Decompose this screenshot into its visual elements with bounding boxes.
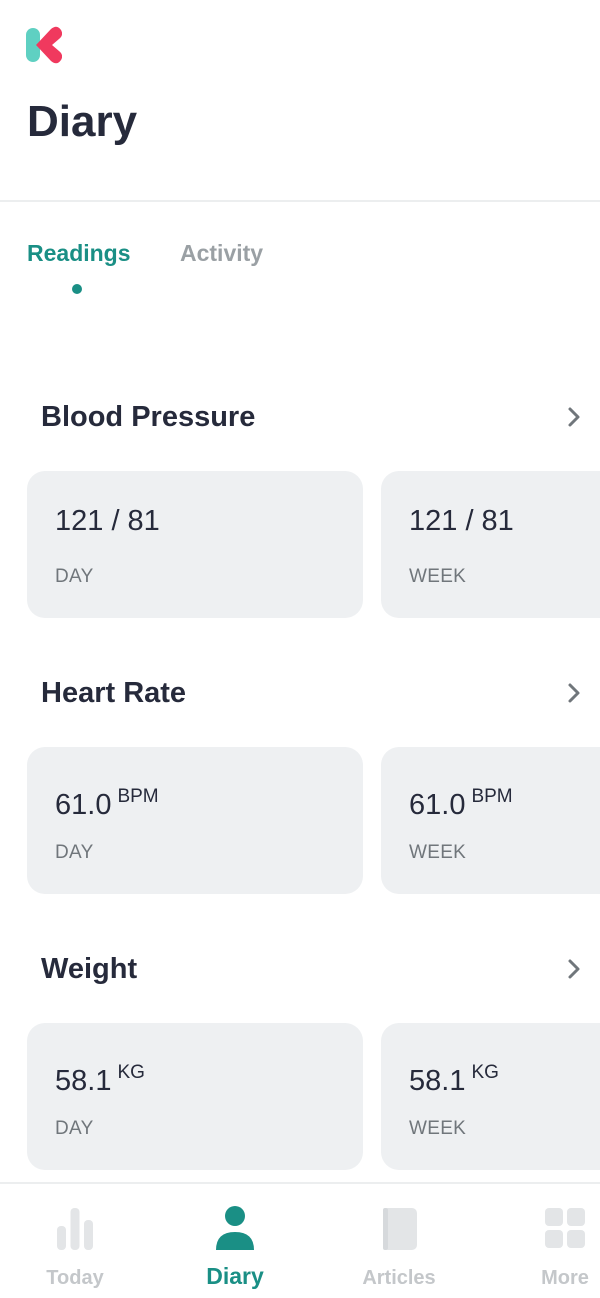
tab-activity[interactable]: Activity [180, 238, 263, 268]
reading-card-day[interactable]: 61.0 BPM DAY [27, 747, 363, 894]
reading-value: 61.0 BPM [409, 779, 513, 823]
reading-number: 58.1 [409, 1065, 466, 1097]
reading-number: 121 / 81 [55, 505, 160, 537]
reading-unit: KG [471, 1062, 499, 1083]
reading-unit: KG [117, 1062, 145, 1083]
active-tab-indicator [72, 284, 82, 294]
nav-label: Diary [206, 1263, 264, 1289]
reading-number: 121 / 81 [409, 505, 514, 537]
person-icon [216, 1206, 254, 1250]
nav-label: More [541, 1267, 589, 1289]
grid-icon [545, 1208, 585, 1248]
chevron-right-icon[interactable] [560, 679, 588, 707]
page-title: Diary [27, 97, 138, 146]
nav-item-more[interactable]: More [490, 1184, 600, 1298]
reading-value: 121 / 81 [409, 503, 514, 539]
reading-card-week[interactable]: 121 / 81 WEEK [381, 471, 600, 618]
reading-value: 58.1 KG [409, 1055, 499, 1099]
reading-card-week[interactable]: 58.1 KG WEEK [381, 1023, 600, 1170]
tab-readings[interactable]: Readings [27, 238, 131, 268]
section-title[interactable]: Weight [41, 951, 137, 987]
reading-period: WEEK [409, 1118, 467, 1139]
nav-label: Articles [362, 1267, 436, 1289]
reading-period: DAY [55, 842, 94, 863]
reading-card-day[interactable]: 121 / 81 DAY [27, 471, 363, 618]
nav-item-today[interactable]: Today [0, 1184, 150, 1298]
reading-value: 121 / 81 [55, 503, 160, 539]
reading-number: 61.0 [409, 789, 466, 821]
book-icon [383, 1208, 417, 1250]
section-title[interactable]: Blood Pressure [41, 399, 255, 435]
reading-unit: BPM [117, 786, 159, 807]
reading-period: WEEK [409, 566, 467, 587]
reading-card-day[interactable]: 58.1 KG DAY [27, 1023, 363, 1170]
tab-bar: Readings Activity [0, 230, 600, 300]
bar-chart-icon [57, 1208, 93, 1250]
nav-item-articles[interactable]: Articles [324, 1184, 474, 1298]
nav-item-diary[interactable]: Diary [160, 1184, 310, 1298]
reading-number: 61.0 [55, 789, 112, 821]
header: Diary [0, 0, 600, 202]
reading-value: 61.0 BPM [55, 779, 159, 823]
app-logo-icon [26, 26, 62, 64]
reading-unit: BPM [471, 786, 513, 807]
section-title[interactable]: Heart Rate [41, 675, 186, 711]
reading-number: 58.1 [55, 1065, 112, 1097]
reading-period: DAY [55, 1118, 94, 1139]
chevron-right-icon[interactable] [560, 403, 588, 431]
reading-value: 58.1 KG [55, 1055, 145, 1099]
chevron-right-icon[interactable] [560, 955, 588, 983]
reading-period: WEEK [409, 842, 467, 863]
app-screen: Diary Readings Activity Blood Pressure 1… [0, 0, 600, 1298]
reading-period: DAY [55, 566, 94, 587]
nav-label: Today [46, 1267, 104, 1289]
bottom-nav: Today Diary Articles More [0, 1182, 600, 1298]
reading-card-week[interactable]: 61.0 BPM WEEK [381, 747, 600, 894]
